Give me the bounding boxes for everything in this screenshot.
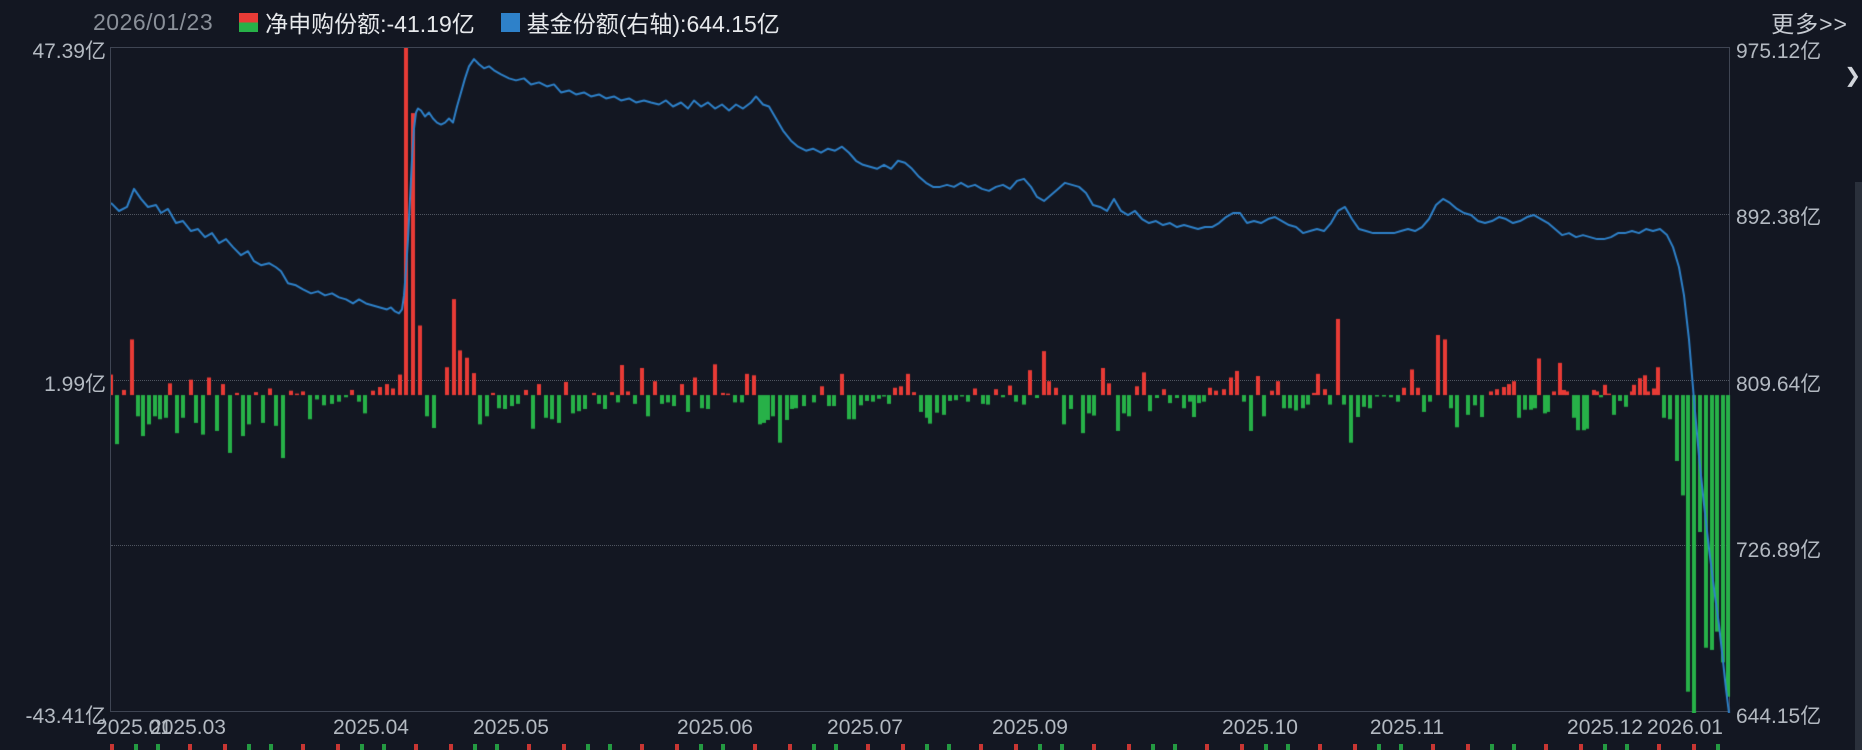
right-axis-tick-label: 644.15亿	[1736, 705, 1822, 728]
chevron-right-icon[interactable]: ❯	[1844, 66, 1861, 86]
x-axis-tick-label: 2025.07	[827, 716, 903, 739]
left-axis-tick-label: -43.41亿	[25, 705, 106, 728]
legend-label: 净申购份额:	[265, 11, 387, 37]
chart-header: 2026/01/23 净申购份额: -41.19亿 基金份额(右轴): 644.…	[0, 0, 1862, 44]
hover-date-readout: 2026/01/23	[93, 8, 214, 35]
combo-chart-canvas[interactable]	[111, 48, 1731, 713]
x-axis-tick-label: 2025.05	[473, 716, 549, 739]
clipped-lower-panel-strip	[110, 744, 1730, 750]
legend-value: -41.19亿	[386, 11, 475, 37]
right-axis-tick-label: 726.89亿	[1736, 538, 1822, 562]
left-axis-tick-label: 47.39亿	[32, 40, 106, 63]
x-axis-tick-label: 2025.03	[150, 716, 226, 739]
legend-label: 基金份额(右轴):	[526, 11, 687, 37]
scrollbar-track[interactable]	[1855, 182, 1862, 750]
left-axis-tick-label: 1.99亿	[44, 372, 106, 396]
x-axis-tick-label: 2025.09	[992, 716, 1068, 739]
legend-value: 644.15亿	[686, 11, 780, 37]
legend-item-fund-shares[interactable]: 基金份额(右轴): 644.15亿	[500, 5, 780, 39]
right-axis-tick-label: 892.38亿	[1736, 206, 1822, 230]
x-axis-tick-label: 2025.04	[333, 716, 409, 739]
right-axis-tick-label: 809.64亿	[1736, 372, 1822, 396]
more-link[interactable]: 更多>>	[1771, 5, 1848, 39]
plot-area	[110, 47, 1731, 713]
x-axis-tick-label: 2026.01	[1647, 716, 1723, 739]
x-axis-tick-label: 2025.10	[1222, 716, 1298, 739]
legend-item-net-subscription[interactable]: 净申购份额: -41.19亿	[239, 5, 475, 39]
right-axis-tick-label: 975.12亿	[1736, 40, 1822, 63]
red-green-swatch-icon	[239, 12, 259, 32]
x-axis-tick-label: 2025.11	[1369, 716, 1445, 739]
blue-swatch-icon	[500, 12, 520, 32]
x-axis-tick-label: 2025.12	[1567, 716, 1643, 739]
x-axis-tick-label: 2025.06	[677, 716, 753, 739]
